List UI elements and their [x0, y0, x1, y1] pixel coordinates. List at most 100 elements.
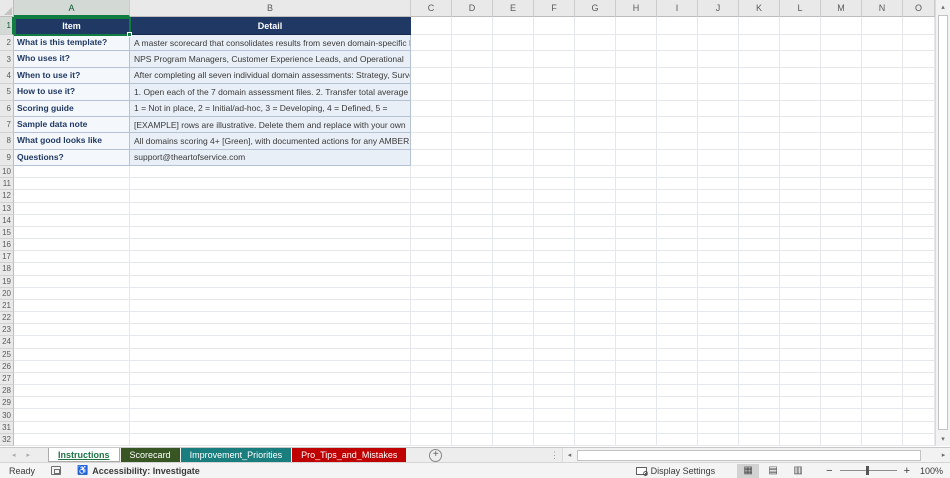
cell-E6[interactable]	[493, 101, 534, 117]
cell-J18[interactable]	[698, 263, 739, 275]
cell-M24[interactable]	[821, 336, 862, 348]
cell-A8[interactable]: What good looks like	[14, 133, 130, 149]
cell-M15[interactable]	[821, 227, 862, 239]
cell-J6[interactable]	[698, 101, 739, 117]
cell-N6[interactable]	[862, 101, 903, 117]
row-header-9[interactable]: 9	[0, 150, 14, 166]
cell-F17[interactable]	[534, 251, 575, 263]
cell-B29[interactable]	[130, 397, 411, 409]
cell-L29[interactable]	[780, 397, 821, 409]
row-header-13[interactable]: 13	[0, 203, 14, 215]
cell-M19[interactable]	[821, 276, 862, 288]
row-header-15[interactable]: 15	[0, 227, 14, 239]
cell-B6[interactable]: 1 = Not in place, 2 = Initial/ad-hoc, 3 …	[130, 101, 411, 117]
cell-F14[interactable]	[534, 215, 575, 227]
row-header-22[interactable]: 22	[0, 312, 14, 324]
cell-N25[interactable]	[862, 349, 903, 361]
cell-C23[interactable]	[411, 324, 452, 336]
cell-F10[interactable]	[534, 166, 575, 178]
column-header-N[interactable]: N	[862, 0, 903, 17]
column-header-J[interactable]: J	[698, 0, 739, 17]
cell-C32[interactable]	[411, 434, 452, 446]
cell-F11[interactable]	[534, 178, 575, 190]
cell-L10[interactable]	[780, 166, 821, 178]
cell-F23[interactable]	[534, 324, 575, 336]
cell-C26[interactable]	[411, 361, 452, 373]
cell-H19[interactable]	[616, 276, 657, 288]
cell-A23[interactable]	[14, 324, 130, 336]
cell-E19[interactable]	[493, 276, 534, 288]
cell-O15[interactable]	[903, 227, 935, 239]
cell-B14[interactable]	[130, 215, 411, 227]
cell-C31[interactable]	[411, 422, 452, 434]
cell-D19[interactable]	[452, 276, 493, 288]
cell-D3[interactable]	[452, 51, 493, 67]
cell-D15[interactable]	[452, 227, 493, 239]
cell-L16[interactable]	[780, 239, 821, 251]
cell-J26[interactable]	[698, 361, 739, 373]
cell-C12[interactable]	[411, 190, 452, 202]
cell-F2[interactable]	[534, 35, 575, 51]
cell-O20[interactable]	[903, 288, 935, 300]
cell-D27[interactable]	[452, 373, 493, 385]
cell-N21[interactable]	[862, 300, 903, 312]
cell-N13[interactable]	[862, 203, 903, 215]
cell-K32[interactable]	[739, 434, 780, 446]
cell-M11[interactable]	[821, 178, 862, 190]
cell-E1[interactable]	[493, 17, 534, 35]
column-header-H[interactable]: H	[616, 0, 657, 17]
cell-M17[interactable]	[821, 251, 862, 263]
sheet-tab-scorecard[interactable]: Scorecard	[121, 448, 180, 462]
cell-D17[interactable]	[452, 251, 493, 263]
cell-H25[interactable]	[616, 349, 657, 361]
cell-J25[interactable]	[698, 349, 739, 361]
cell-O12[interactable]	[903, 190, 935, 202]
cell-C25[interactable]	[411, 349, 452, 361]
column-header-I[interactable]: I	[657, 0, 698, 17]
zoom-in-button[interactable]: +	[904, 465, 910, 477]
cell-J9[interactable]	[698, 150, 739, 166]
cell-I23[interactable]	[657, 324, 698, 336]
cell-M14[interactable]	[821, 215, 862, 227]
cell-G15[interactable]	[575, 227, 616, 239]
cell-A5[interactable]: How to use it?	[14, 84, 130, 100]
tab-nav-left-icon[interactable]: ◂	[12, 451, 16, 459]
cell-E32[interactable]	[493, 434, 534, 446]
cell-L12[interactable]	[780, 190, 821, 202]
cell-H6[interactable]	[616, 101, 657, 117]
cell-K21[interactable]	[739, 300, 780, 312]
cell-C24[interactable]	[411, 336, 452, 348]
cell-J3[interactable]	[698, 51, 739, 67]
cell-A14[interactable]	[14, 215, 130, 227]
cell-N32[interactable]	[862, 434, 903, 446]
cell-B3[interactable]: NPS Program Managers, Customer Experienc…	[130, 51, 411, 67]
cell-F30[interactable]	[534, 409, 575, 421]
cell-J17[interactable]	[698, 251, 739, 263]
cell-J27[interactable]	[698, 373, 739, 385]
cell-I5[interactable]	[657, 84, 698, 100]
cell-G1[interactable]	[575, 17, 616, 35]
cell-E5[interactable]	[493, 84, 534, 100]
row-header-17[interactable]: 17	[0, 251, 14, 263]
cell-F8[interactable]	[534, 133, 575, 149]
cell-L31[interactable]	[780, 422, 821, 434]
cell-A19[interactable]	[14, 276, 130, 288]
sheet-tab-pro_tips_and_mistakes[interactable]: Pro_Tips_and_Mistakes	[292, 448, 406, 462]
cell-O4[interactable]	[903, 68, 935, 84]
horizontal-scrollbar[interactable]: ◂ ▸	[562, 448, 950, 462]
cell-E27[interactable]	[493, 373, 534, 385]
cell-O2[interactable]	[903, 35, 935, 51]
cell-F9[interactable]	[534, 150, 575, 166]
cell-G29[interactable]	[575, 397, 616, 409]
cell-M25[interactable]	[821, 349, 862, 361]
cell-A31[interactable]	[14, 422, 130, 434]
cell-M8[interactable]	[821, 133, 862, 149]
page-layout-view-button[interactable]: ▤	[762, 464, 784, 478]
cell-G6[interactable]	[575, 101, 616, 117]
cell-N11[interactable]	[862, 178, 903, 190]
cell-D26[interactable]	[452, 361, 493, 373]
cell-D18[interactable]	[452, 263, 493, 275]
cell-B2[interactable]: A master scorecard that consolidates res…	[130, 35, 411, 51]
cell-B8[interactable]: All domains scoring 4+ [Green], with doc…	[130, 133, 411, 149]
cell-H10[interactable]	[616, 166, 657, 178]
